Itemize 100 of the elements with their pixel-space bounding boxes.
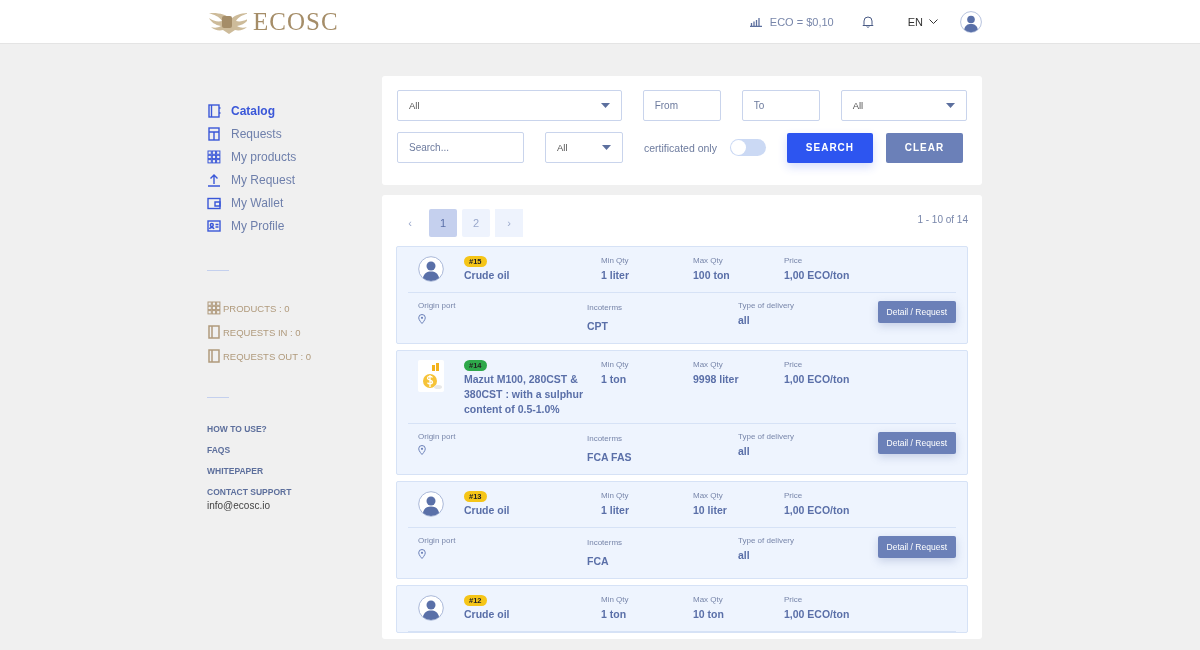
delivery-label: Type of delivery [738,301,796,310]
user-avatar-icon [418,256,444,282]
location-pin-icon [418,445,426,455]
from-field[interactable]: From [642,90,721,121]
delivery-label: Type of delivery [738,432,796,441]
book-icon [207,104,221,118]
coin-stack-icon [418,360,444,392]
language-selector[interactable]: EN [907,15,938,28]
upload-icon [207,173,221,187]
spec-value: 1 ton [601,608,628,620]
wallet-icon [207,196,221,210]
footer-link[interactable]: HOW TO USE? [207,424,382,434]
location-pin-icon [418,549,426,559]
user-avatar-icon [960,10,982,33]
incoterms-label: Incoterms [587,434,624,443]
search-button[interactable]: SEARCH [786,132,873,163]
clear-button[interactable]: CLEAR [885,132,963,163]
product-title: Crude oil [464,607,511,622]
origin-label: Origin port [418,301,457,310]
detail-request-button[interactable]: Detail / Request [877,536,956,558]
search-field[interactable]: Search... [397,132,524,163]
incoterms-value: CPT [587,320,609,332]
origin-label: Origin port [418,432,457,441]
chevron-down-icon [929,19,938,24]
footer-link[interactable]: CONTACT SUPPORT [207,487,382,497]
detail-request-button[interactable]: Detail / Request [877,301,956,323]
sidebar-nav-item[interactable]: Requests [207,127,382,141]
spec-value: 1 ton [601,373,628,385]
incoterms-label: Incoterms [587,303,624,312]
spec-value: 1,00 ECO/ton [784,608,851,620]
dropdown-caret-icon [600,103,610,108]
stat-count: REQUESTS IN : 0 [223,326,301,338]
dropdown-caret-icon [946,103,955,108]
sidebar-nav-item[interactable]: My Request [207,173,382,187]
spec-label: Max Qty [693,595,724,604]
page-button[interactable]: 2 [462,209,490,237]
previous-page-button[interactable]: ‹ [396,209,424,237]
product-title: Mazut M100, 280CST & 380CST : with a sulphur content of 0.5-1.0% [464,372,585,417]
delivery-value: all [738,445,751,457]
user-avatar-icon [418,491,444,517]
page-button[interactable]: 1 [429,209,457,237]
spec-label: Min Qty [601,360,630,369]
spec-value: 1,00 ECO/ton [784,269,851,281]
detail-request-button[interactable]: Detail / Request [877,432,956,454]
spec-value: 1,00 ECO/ton [784,373,851,385]
sidebar-nav-item[interactable]: My products [207,150,382,164]
delivery-label: Type of delivery [738,536,796,545]
spec-label: Min Qty [601,595,630,604]
unit-select[interactable]: All [840,90,967,121]
spec-value: 10 ton [693,608,725,620]
logo-text[interactable]: ECOSC [253,7,339,36]
origin-label: Origin port [418,536,457,545]
certificated-toggle[interactable] [729,139,766,156]
spec-label: Price [784,360,804,369]
dropdown-caret-icon [602,145,611,150]
spec-value: 1 liter [601,269,630,281]
exchange-rate: ECO = $0,10 [769,15,834,28]
footer-link[interactable]: FAQS [207,445,382,455]
stat-count: PRODUCTS : 0 [223,302,290,314]
stat-count: REQUESTS OUT : 0 [223,350,311,362]
spec-value: 1,00 ECO/ton [784,504,851,516]
notification-bell-icon[interactable] [861,15,874,28]
id-card-icon [207,219,221,233]
spec-value: 100 ton [693,269,731,281]
spec-label: Max Qty [693,360,724,369]
product-title: Crude oil [464,503,511,518]
category-select[interactable]: All [397,90,622,121]
incoterms-value: FCA FAS [587,451,633,463]
certificated-label: certificated only [644,141,717,154]
footer-link[interactable]: WHITEPAPER [207,466,382,476]
spec-label: Min Qty [601,491,630,500]
grid-icon [207,150,221,164]
book-icon [207,349,221,363]
sidebar-nav-item[interactable]: Catalog [207,104,382,118]
support-email: info@ecosc.io [207,500,271,511]
spec-label: Price [784,595,804,604]
results-range: 1 - 10 of 14 [917,213,968,225]
bar-chart-icon [749,16,762,27]
incoterms-label: Incoterms [587,538,624,547]
spec-label: Max Qty [693,256,724,265]
product-title: Crude oil [464,268,511,283]
spec-label: Min Qty [601,256,630,265]
door-icon [207,127,221,141]
user-avatar-icon [418,595,444,621]
delivery-value: all [738,314,751,326]
spec-value: 10 liter [693,504,728,516]
delivery-value: all [738,549,751,561]
spec-label: Max Qty [693,491,724,500]
incoterms-value: FCA [587,555,610,567]
spec-label: Price [784,491,804,500]
book-icon [207,325,221,339]
next-page-button[interactable]: › [495,209,523,237]
sidebar-nav-item[interactable]: My Wallet [207,196,382,210]
type-select[interactable]: All [545,132,623,163]
spec-value: 1 liter [601,504,630,516]
grid-icon [207,301,221,315]
location-pin-icon [418,314,426,324]
sidebar-nav-item[interactable]: My Profile [207,219,382,233]
spec-value: 9998 liter [693,373,740,385]
to-field[interactable]: To [741,90,820,121]
